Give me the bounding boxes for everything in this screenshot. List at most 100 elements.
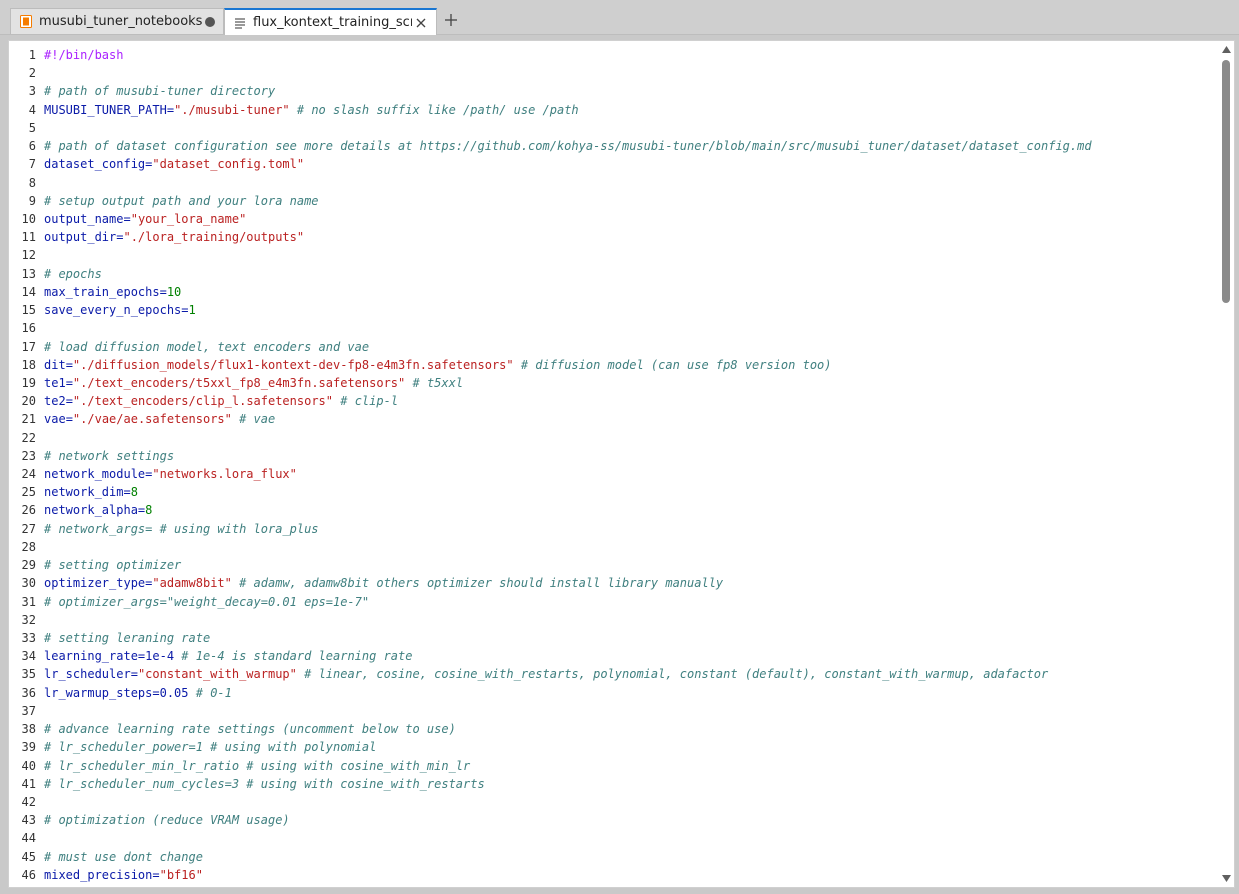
code-line[interactable]: 21 vae="./vae/ae.safetensors" # vae [9,410,1219,428]
line-number: 33 [21,631,36,645]
code-line[interactable]: 3 # path of musubi-tuner directory [9,82,1219,100]
code-line[interactable]: 16 [9,319,1219,337]
code-line[interactable]: 8 [9,174,1219,192]
tab-notebook[interactable]: musubi_tuner_notebooks.ipy [10,8,224,34]
line-number: 12 [21,248,36,263]
code-line[interactable]: 7 dataset_config="dataset_config.toml" [9,155,1219,173]
code-line[interactable]: 35 lr_scheduler="constant_with_warmup" # … [9,665,1219,683]
code-token-comment: # linear, cosine, cosine_with_restarts, … [296,667,1049,682]
line-number: 22 [21,430,36,445]
code-line[interactable]: 38 # advance learning rate settings (unco… [9,720,1219,738]
code-line[interactable]: 15 save_every_n_epochs=1 [9,301,1219,319]
code-line[interactable]: 6 # path of dataset configuration see mor… [9,137,1219,155]
code-token-comment: # path of musubi-tuner directory [44,84,276,99]
tab-script[interactable]: flux_kontext_training_script.s [224,8,437,35]
line-number: 23 [21,448,36,463]
unsaved-dot-icon[interactable] [205,16,215,27]
code-line[interactable]: 14 max_train_epochs=10 [9,283,1219,301]
scrollbar-thumb[interactable] [1222,60,1230,303]
code-line[interactable]: 44 [9,829,1219,847]
vertical-scrollbar[interactable] [1219,41,1234,887]
code-line[interactable]: 46 mixed_precision="bf16" [9,866,1219,884]
line-number: 40 [21,758,36,773]
code-line[interactable]: 24 network_module="networks.lora_flux" [9,465,1219,483]
line-number: 27 [21,521,36,536]
code-line[interactable]: 20 te2="./text_encoders/clip_l.safetensor… [9,392,1219,410]
code-token-comment: # clip-l [333,394,399,409]
code-text: # setting leraning rate [44,629,210,647]
code-token-op: = [130,667,138,682]
code-line[interactable]: 45 # must use dont change [9,848,1219,866]
code-editor[interactable]: 1 #!/bin/bash 2 3 # path of musubi-tuner dir… [8,40,1235,888]
code-line[interactable]: 41 # lr_scheduler_num_cycles=3 # using wi… [9,775,1219,793]
line-number: 8 [28,175,36,190]
scroll-down-arrow-icon[interactable] [1222,874,1231,883]
code-text: dataset_config="dataset_config.toml" [44,155,304,173]
code-line[interactable]: 25 network_dim=8 [9,483,1219,501]
code-line[interactable]: 42 [9,793,1219,811]
code-token-str: "networks.lora_flux" [152,467,297,482]
line-number: 21 [21,412,36,427]
code-line[interactable]: 10 output_name="your_lora_name" [9,210,1219,228]
line-number: 9 [28,193,36,208]
code-token-op: = [181,303,189,318]
code-token-str: "./vae/ae.safetensors" [72,412,232,427]
code-line[interactable]: 31 # optimizer_args="weight_decay=0.01 ep… [9,593,1219,611]
scroll-up-arrow-icon[interactable] [1222,45,1231,54]
code-token-comment: # no slash suffix like /path/ use /path [289,102,579,117]
code-line[interactable]: 23 # network settings [9,447,1219,465]
code-text: lr_warmup_steps=0.05 # 0-1 [44,684,232,702]
line-number: 16 [21,321,36,336]
code-line[interactable]: 19 te1="./text_encoders/t5xxl_fp8_e4m3fn.… [9,374,1219,392]
code-text: MUSUBI_TUNER_PATH="./musubi-tuner" # no … [44,101,579,119]
code-text: # load diffusion model, text encoders an… [44,338,369,356]
code-line[interactable]: 13 # epochs [9,265,1219,283]
code-token-comment: # optimizer_args="weight_decay=0.01 eps=… [44,594,370,609]
code-line[interactable]: 1 #!/bin/bash [9,46,1219,64]
code-text: te1="./text_encoders/t5xxl_fp8_e4m3fn.sa… [44,374,463,392]
code-token-op: = [152,685,160,700]
line-number: 46 [21,867,36,882]
close-icon[interactable] [414,16,428,30]
line-number: 2 [28,66,36,81]
line-number: 10 [21,211,36,226]
code-line[interactable]: 43 # optimization (reduce VRAM usage) [9,811,1219,829]
code-line[interactable]: 22 [9,429,1219,447]
code-line[interactable]: 30 optimizer_type="adamw8bit" # adamw, ad… [9,574,1219,592]
code-line[interactable]: 17 # load diffusion model, text encoders … [9,338,1219,356]
code-line[interactable]: 26 network_alpha=8 [9,501,1219,519]
code-token-comment: # advance learning rate settings (uncomm… [44,722,456,737]
code-line[interactable]: 40 # lr_scheduler_min_lr_ratio # using wi… [9,757,1219,775]
code-line[interactable]: 4 MUSUBI_TUNER_PATH="./musubi-tuner" # no… [9,101,1219,119]
code-line[interactable]: 29 # setting optimizer [9,556,1219,574]
code-text: network_alpha=8 [44,501,152,519]
code-line[interactable]: 37 [9,702,1219,720]
code-line[interactable]: 28 [9,538,1219,556]
line-number: 42 [21,794,36,809]
code-token-str: "bf16" [159,867,203,882]
code-token-str: "adamw8bit" [152,576,232,591]
notebook-icon [19,15,33,29]
code-line[interactable]: 34 learning_rate=1e-4 # 1e-4 is standard … [9,647,1219,665]
code-line[interactable]: 2 [9,64,1219,82]
code-token-comment: # setting optimizer [44,558,182,573]
code-line[interactable]: 39 # lr_scheduler_power=1 # using with po… [9,738,1219,756]
code-line[interactable]: 36 lr_warmup_steps=0.05 # 0-1 [9,684,1219,702]
code-token-var: dataset_config [44,157,146,172]
tab-label: musubi_tuner_notebooks.ipy [39,14,203,29]
code-line[interactable]: 33 # setting leraning rate [9,629,1219,647]
code-text: output_dir="./lora_training/outputs" [44,228,304,246]
code-line[interactable]: 32 [9,611,1219,629]
code-token-num: 10 [166,284,182,299]
code-line[interactable]: 12 [9,246,1219,264]
code-line[interactable]: 9 # setup output path and your lora name [9,192,1219,210]
plus-icon [445,14,457,26]
code-line[interactable]: 18 dit="./diffusion_models/flux1-kontext-… [9,356,1219,374]
code-text: # lr_scheduler_num_cycles=3 # using with… [44,775,485,793]
code-token-comment: # t5xxl [405,375,464,390]
code-line[interactable]: 11 output_dir="./lora_training/outputs" [9,228,1219,246]
new-tab-button[interactable] [439,8,463,32]
code-line[interactable]: 5 [9,119,1219,137]
code-line[interactable]: 27 # network_args= # using with lora_plus [9,520,1219,538]
line-number: 28 [21,539,36,554]
